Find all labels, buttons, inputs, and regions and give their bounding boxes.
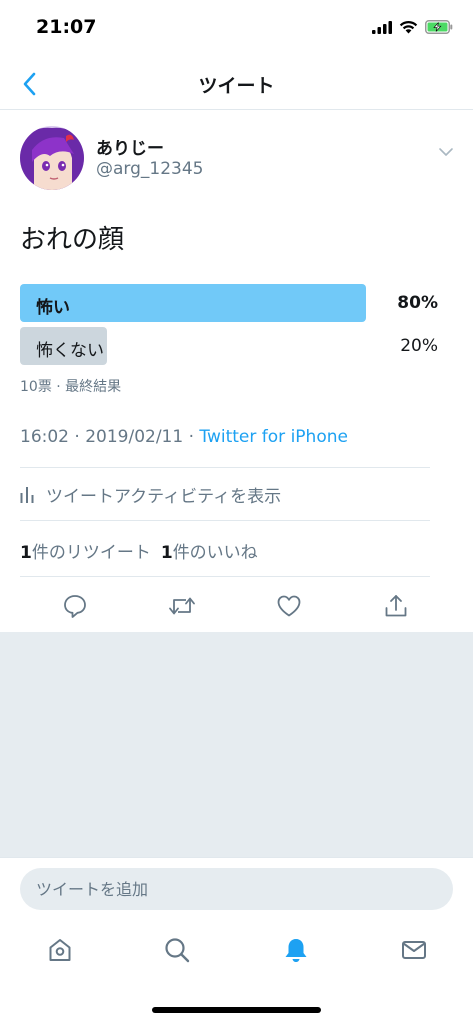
like-label: 件のいいね bbox=[172, 543, 258, 563]
tab-home[interactable] bbox=[42, 932, 78, 968]
tab-bar bbox=[0, 920, 473, 980]
tweet-menu-button[interactable] bbox=[436, 142, 456, 162]
tweet-time: 16:02 · 2019/02/11 · bbox=[20, 427, 200, 447]
nav-bar: ツイート bbox=[0, 58, 473, 110]
poll-option-percent: 80% bbox=[397, 293, 438, 313]
poll-option: 怖い 80% bbox=[20, 284, 440, 322]
avatar-image bbox=[20, 126, 84, 190]
replies-area bbox=[0, 632, 473, 857]
home-icon bbox=[49, 939, 71, 961]
tab-search[interactable] bbox=[159, 932, 195, 968]
divider bbox=[20, 467, 430, 468]
status-icons bbox=[372, 20, 453, 34]
messages-icon bbox=[402, 941, 426, 959]
divider bbox=[20, 576, 430, 577]
notifications-icon bbox=[285, 939, 307, 962]
share-icon bbox=[385, 595, 407, 617]
poll-option-label: 怖くない bbox=[36, 341, 104, 361]
chevron-down-icon bbox=[439, 148, 453, 156]
status-bar: 21:07 bbox=[0, 0, 473, 58]
tweet-activity-label: ツイートアクティビティを表示 bbox=[46, 486, 282, 507]
reply-bar bbox=[0, 857, 473, 919]
avatar[interactable] bbox=[20, 126, 84, 190]
tweet-timestamp: 16:02 · 2019/02/11 · Twitter for iPhone bbox=[20, 427, 348, 447]
divider bbox=[20, 520, 430, 521]
retweet-icon bbox=[169, 597, 195, 615]
tweet-activity-link[interactable]: ツイートアクティビティを表示 bbox=[20, 481, 281, 507]
poll-option-label: 怖い bbox=[36, 298, 70, 318]
battery-charging-icon bbox=[425, 20, 453, 34]
tweet-stats: 1件のリツイート 1件のいいね bbox=[20, 538, 258, 563]
share-button[interactable] bbox=[378, 588, 414, 624]
poll-option: 怖くない 20% bbox=[20, 327, 440, 365]
home-indicator bbox=[152, 1007, 321, 1013]
wifi-icon bbox=[399, 20, 418, 34]
tweet-source-link[interactable]: Twitter for iPhone bbox=[199, 427, 348, 447]
status-time: 21:07 bbox=[36, 16, 97, 38]
search-icon bbox=[165, 938, 190, 963]
signal-icon bbox=[372, 20, 392, 34]
poll-option-percent: 20% bbox=[400, 336, 438, 356]
reply-button[interactable] bbox=[57, 588, 93, 624]
tab-notifications[interactable] bbox=[278, 932, 314, 968]
page-title: ツイート bbox=[198, 75, 275, 97]
retweet-button[interactable] bbox=[164, 588, 200, 624]
reply-input[interactable] bbox=[20, 868, 453, 910]
like-count: 1 bbox=[160, 543, 173, 563]
author-display-name[interactable]: ありじー bbox=[96, 134, 164, 159]
poll-meta: 10票 · 最終結果 bbox=[20, 379, 122, 395]
retweet-count: 1 bbox=[20, 543, 32, 563]
author-handle[interactable]: @arg_12345 bbox=[96, 159, 203, 179]
reply-icon bbox=[64, 595, 86, 618]
tweet-text: おれの顔 bbox=[20, 225, 125, 255]
likes-stat[interactable]: 1件のいいね bbox=[161, 538, 258, 563]
poll: 怖い 80% 怖くない 20% bbox=[20, 284, 440, 370]
retweets-stat[interactable]: 1件のリツイート bbox=[20, 538, 151, 563]
poll-bar bbox=[20, 284, 366, 322]
tweet-author: ありじー @arg_12345 bbox=[20, 126, 460, 192]
like-icon bbox=[277, 595, 301, 617]
like-button[interactable] bbox=[271, 588, 307, 624]
tweet-action-bar bbox=[0, 588, 473, 628]
analytics-icon bbox=[20, 487, 34, 503]
tab-messages[interactable] bbox=[396, 932, 432, 968]
retweet-label: 件のリツイート bbox=[31, 543, 151, 563]
